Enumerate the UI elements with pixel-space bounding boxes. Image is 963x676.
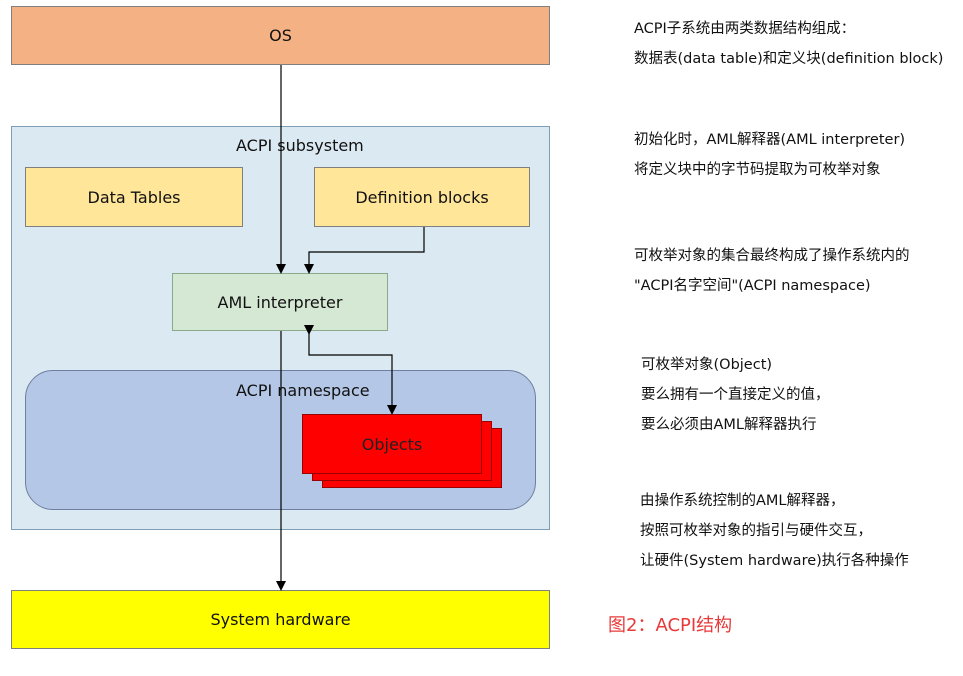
note-initialization: 初始化时，AML解释器(AML interpreter) 将定义块中的字节码提取… [634,132,906,178]
interpreter-objects-arrow [304,325,397,415]
note-objects: 可枚举对象(Object) 要么拥有一个直接定义的值， 要么必须由AML解释器执… [641,357,830,433]
definition-to-interpreter-arrow [304,227,425,274]
note-hardware-interaction: 由操作系统控制的AML解释器， 按照可枚举对象的指引与硬件交互， 让硬件(Sys… [640,493,909,569]
note-data-structures: ACPI子系统由两类数据结构组成： 数据表(data table)和定义块(de… [634,21,944,67]
figure-caption: 图2：ACPI结构 [608,615,733,636]
note-namespace: 可枚举对象的集合最终构成了操作系统内的 "ACPI名字空间"(ACPI name… [634,248,910,294]
